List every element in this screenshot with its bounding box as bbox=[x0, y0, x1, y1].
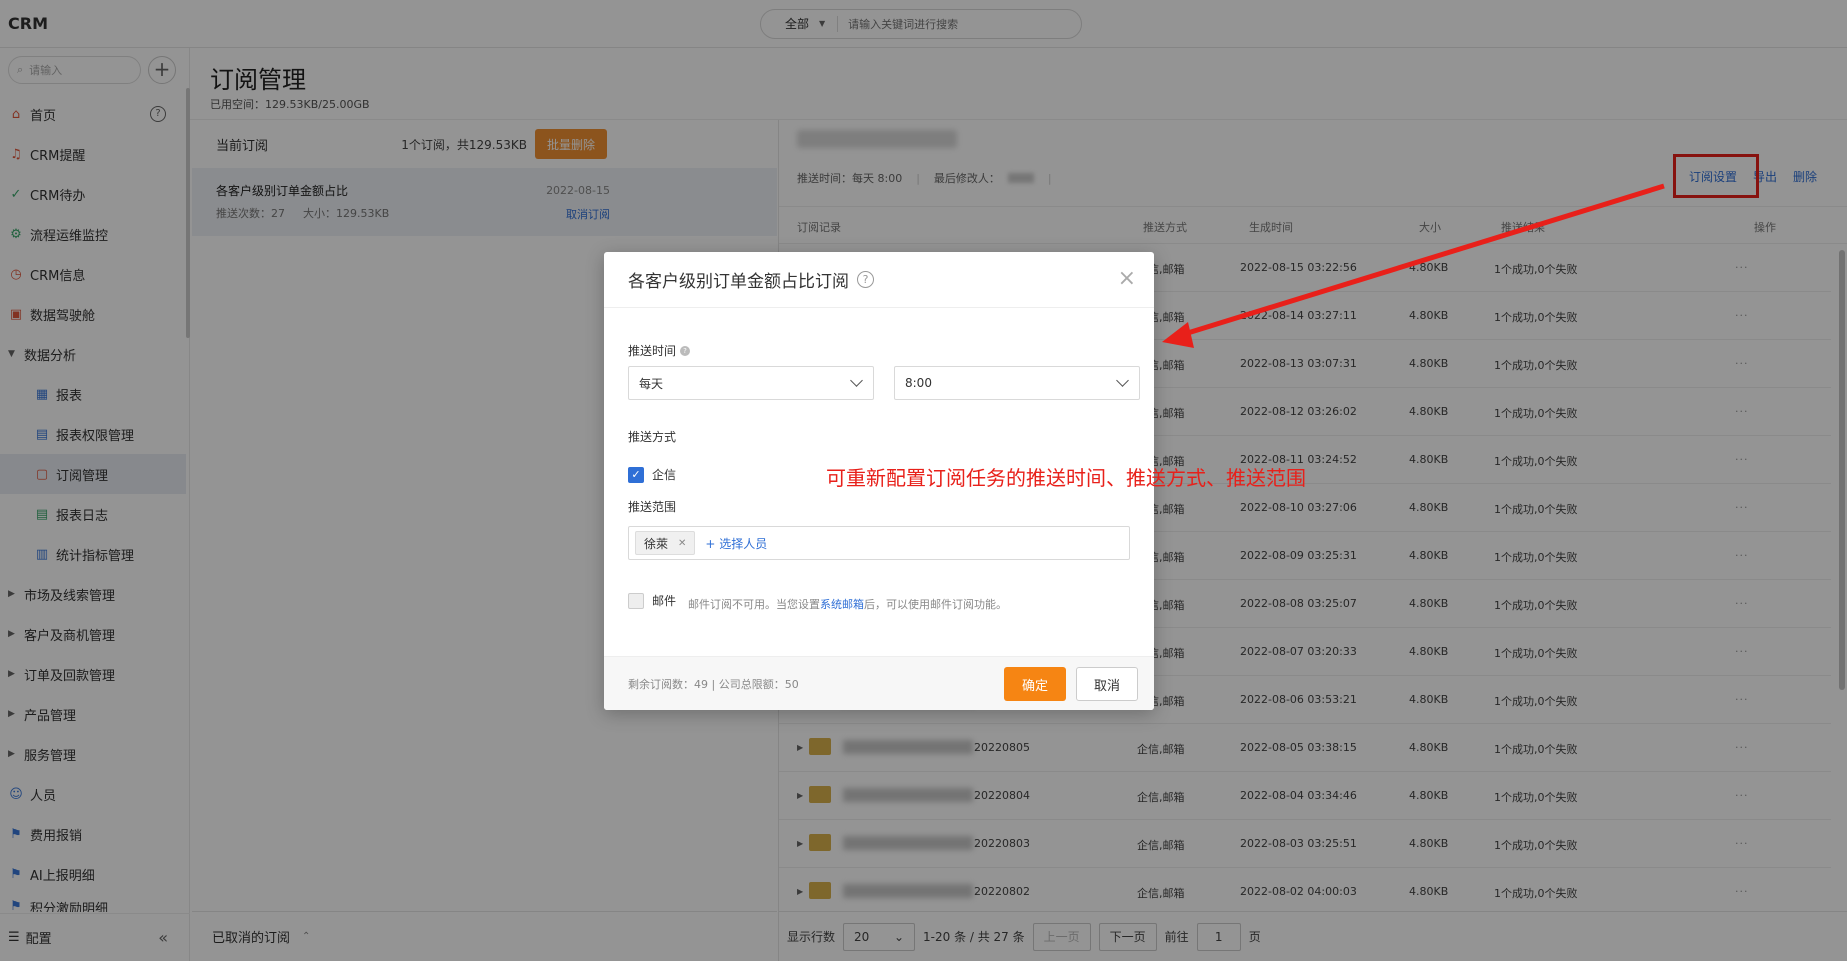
push-scope-label: 推送范围 bbox=[628, 500, 677, 514]
select-person-link[interactable]: + 选择人员 bbox=[705, 535, 767, 552]
push-time-label-text: 推送时间 bbox=[628, 344, 677, 358]
modal-footer: 剩余订阅数：49 | 公司总限额：50 确定 取消 bbox=[604, 656, 1154, 710]
person-name: 徐萊 bbox=[644, 536, 669, 551]
push-scope-field[interactable]: 徐萊 ✕ + 选择人员 bbox=[628, 526, 1130, 560]
frequency-value: 每天 bbox=[639, 376, 664, 391]
person-tag: 徐萊 ✕ bbox=[635, 531, 696, 555]
push-method-label: 推送方式 bbox=[628, 430, 677, 444]
annotation-text: 可重新配置订阅任务的推送时间、推送方式、推送范围 bbox=[826, 466, 1306, 490]
chevron-down-icon bbox=[1116, 374, 1129, 387]
mail-label: 邮件 bbox=[652, 594, 677, 608]
chevron-down-icon bbox=[850, 374, 863, 387]
cancel-button[interactable]: 取消 bbox=[1076, 667, 1138, 701]
qixin-checkbox[interactable]: ✓ 企信 bbox=[628, 466, 676, 483]
subscription-quota: 剩余订阅数：49 | 公司总限额：50 bbox=[628, 677, 799, 691]
time-value: 8:00 bbox=[905, 376, 932, 390]
modal-title: 各客户级别订单金额占比订阅 bbox=[628, 272, 849, 292]
confirm-button[interactable]: 确定 bbox=[1004, 667, 1066, 701]
question-icon[interactable]: ? bbox=[857, 271, 874, 288]
info-icon[interactable]: ? bbox=[680, 345, 691, 356]
checkbox-disabled-icon bbox=[628, 592, 644, 609]
mail-checkbox[interactable]: 邮件 bbox=[628, 592, 676, 609]
mail-unavailable-note: 邮件订阅不可用。当您设置系统邮箱后，可以使用邮件订阅功能。 bbox=[688, 596, 1007, 612]
push-time-label: 推送时间 ? bbox=[628, 342, 691, 359]
mail-note-text: 邮件订阅不可用。当您设置 bbox=[688, 598, 820, 611]
system-mailbox-link[interactable]: 系统邮箱 bbox=[820, 598, 864, 611]
remove-tag-icon[interactable]: ✕ bbox=[678, 538, 686, 549]
time-select[interactable]: 8:00 bbox=[894, 366, 1140, 400]
checkbox-checked-icon: ✓ bbox=[628, 466, 644, 483]
qixin-label: 企信 bbox=[652, 468, 677, 482]
close-icon[interactable]: × bbox=[1118, 268, 1136, 290]
modal-header: 各客户级别订单金额占比订阅 ? × bbox=[604, 252, 1154, 308]
mail-note-text: 后，可以使用邮件订阅功能。 bbox=[864, 598, 1007, 611]
frequency-select[interactable]: 每天 bbox=[628, 366, 874, 400]
